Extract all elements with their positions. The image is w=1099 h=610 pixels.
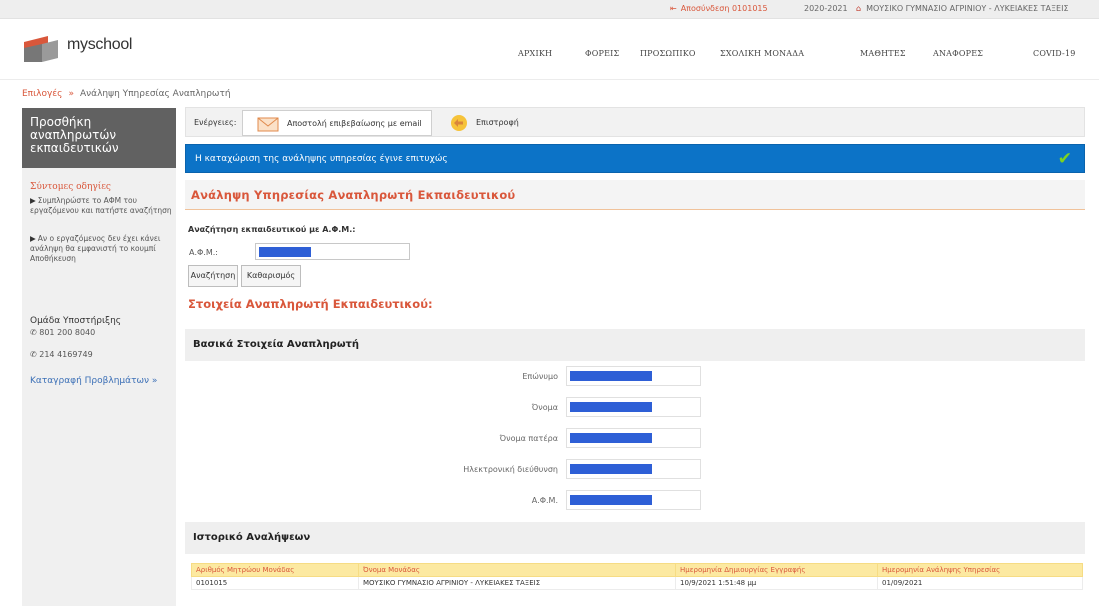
table-cell: 0101015 xyxy=(191,576,359,590)
form-title: Ανάληψη Υπηρεσίας Αναπληρωτή Εκπαιδευτικ… xyxy=(191,188,516,202)
home-icon: ⌂ xyxy=(856,4,862,13)
afm-input[interactable] xyxy=(255,243,410,260)
phone-number: 214 4169749 xyxy=(39,350,93,359)
phone-number: 801 200 8040 xyxy=(39,328,96,337)
email-label: Ηλεκτρονική διεύθυνση xyxy=(463,465,558,474)
afm-label: Α.Φ.Μ.: xyxy=(189,248,218,257)
return-arrow-icon xyxy=(451,115,467,131)
hint-item: ▶ Αν ο εργαζόμενος δεν έχει κάνει ανάληψη… xyxy=(30,234,175,264)
hint-text: Συμπληρώστε το ΑΦΜ του εργαζόμενου και π… xyxy=(30,196,172,215)
search-button[interactable]: Αναζήτηση xyxy=(188,265,238,287)
logout-icon: ⇤ xyxy=(670,4,677,13)
phone-icon: ✆ xyxy=(30,350,40,359)
logout-link[interactable]: ⇤ Αποσύνδεση 0101015 xyxy=(670,4,768,13)
hint-item: ▶ Συμπληρώστε το ΑΦΜ του εργαζόμενου και … xyxy=(30,196,175,216)
actions-bar: Ενέργειες: Αποστολή επιβεβαίωσης με emai… xyxy=(185,107,1085,137)
hints-title: Σύντομες οδηγίες xyxy=(30,182,111,192)
logout-label: Αποσύνδεση 0101015 xyxy=(680,4,768,13)
phone-icon: ✆ xyxy=(30,328,40,337)
redacted-value xyxy=(570,495,652,505)
clear-button[interactable]: Καθαρισμός xyxy=(241,265,301,287)
left-sidebar: Προσθήκη αναπληρωτών εκπαιδευτικών Σύντο… xyxy=(22,108,176,606)
nav-school-unit[interactable]: ΣΧΟΛΙΚΗ ΜΟΝΑΔΑ xyxy=(720,49,804,58)
checkmark-icon: ✔ xyxy=(1057,149,1072,169)
envelope-icon xyxy=(257,117,279,132)
nav-foreis[interactable]: ΦΟΡΕΙΣ xyxy=(585,49,619,58)
table-cell: ΜΟΥΣΙΚΟ ΓΥΜΝΑΣΙΟ ΑΓΡΙΝΙΟΥ - ΛΥΚΕΙΑΚΕΣ ΤΑ… xyxy=(358,576,676,590)
breadcrumb-options-link[interactable]: Επιλογές xyxy=(22,89,62,99)
redacted-value xyxy=(570,371,652,381)
breadcrumb: Επιλογές » Ανάληψη Υπηρεσίας Αναπληρωτή xyxy=(22,89,231,99)
father-name-label: Όνομα πατέρα xyxy=(499,434,558,443)
arrow-right-icon: ▶ xyxy=(30,196,36,205)
redacted-value xyxy=(259,247,311,257)
basic-info-title: Βασικά Στοιχεία Αναπληρωτή xyxy=(193,339,360,350)
school-year: 2020-2021 xyxy=(804,4,848,13)
history-table: Αριθμός Μητρώου Μονάδας Όνομα Μονάδας Ημ… xyxy=(191,563,1083,590)
hint-text: Αν ο εργαζόμενος δεν έχει κάνει ανάληψη … xyxy=(30,234,161,263)
redacted-value xyxy=(570,464,652,474)
support-phone: ✆ 801 200 8040 xyxy=(30,328,95,337)
surname-value xyxy=(566,366,701,386)
nav-staff[interactable]: ΠΡΟΣΩΠΙΚΟ xyxy=(640,49,696,58)
column-header: Αριθμός Μητρώου Μονάδας xyxy=(191,563,359,577)
teacher-details-heading: Στοιχεία Αναπληρωτή Εκπαιδευτικού: xyxy=(188,297,433,311)
nav-reports[interactable]: ΑΝΑΦΟΡΕΣ xyxy=(933,49,983,58)
sidebar-title: Προσθήκη αναπληρωτών εκπαιδευτικών xyxy=(22,108,176,168)
table-cell: 10/9/2021 1:51:48 μμ xyxy=(675,576,878,590)
myschool-logo[interactable]: myschool xyxy=(22,34,152,64)
redacted-value xyxy=(570,433,652,443)
nav-students[interactable]: ΜΑΘΗΤΕΣ xyxy=(860,49,906,58)
name-label: Όνομα xyxy=(531,403,558,412)
breadcrumb-current: Ανάληψη Υπηρεσίας Αναπληρωτή xyxy=(79,89,231,99)
back-label: Επιστροφή xyxy=(476,118,519,127)
success-alert: Η καταχώριση της ανάληψης υπηρεσίας έγιν… xyxy=(185,144,1085,173)
success-message: Η καταχώριση της ανάληψης υπηρεσίας έγιν… xyxy=(195,154,448,164)
father-name-value xyxy=(566,428,701,448)
basic-info-bar: Βασικά Στοιχεία Αναπληρωτή xyxy=(185,329,1085,361)
actions-label: Ενέργειες: xyxy=(194,118,237,127)
table-header-row: Αριθμός Μητρώου Μονάδας Όνομα Μονάδας Ημ… xyxy=(191,563,1083,577)
search-heading: Αναζήτηση εκπαιδευτικού με Α.Φ.Μ.: xyxy=(188,225,356,234)
column-header: Ημερομηνία Δημιουργίας Εγγραφής xyxy=(675,563,878,577)
arrow-right-icon: ▶ xyxy=(30,234,36,243)
table-cell: 01/09/2021 xyxy=(877,576,1083,590)
report-problems-link[interactable]: Καταγραφή Προβλημάτων » xyxy=(30,376,157,386)
form-title-bar: Ανάληψη Υπηρεσίας Αναπληρωτή Εκπαιδευτικ… xyxy=(185,180,1085,210)
column-header: Όνομα Μονάδας xyxy=(358,563,676,577)
top-bar: ⇤ Αποσύνδεση 0101015 2020-2021 ⌂ ΜΟΥΣΙΚΟ Γ… xyxy=(0,0,1099,19)
history-bar: Ιστορικό Αναλήψεων xyxy=(185,522,1085,554)
name-value xyxy=(566,397,701,417)
table-row: 0101015 ΜΟΥΣΙΚΟ ΓΥΜΝΑΣΙΟ ΑΓΡΙΝΙΟΥ - ΛΥΚΕ… xyxy=(191,576,1083,590)
support-phone: ✆ 214 4169749 xyxy=(30,350,93,359)
afm-field-label: Α.Φ.Μ. xyxy=(531,496,558,505)
email-value xyxy=(566,459,701,479)
logo-icon xyxy=(24,36,58,62)
column-header: Ημερομηνία Ανάληψης Υπηρεσίας xyxy=(877,563,1083,577)
nav-home[interactable]: ΑΡΧΙΚΗ xyxy=(518,49,552,58)
send-email-confirmation-button[interactable]: Αποστολή επιβεβαίωσης με email xyxy=(242,110,432,136)
support-title: Ομάδα Υποστήριξης xyxy=(30,316,122,326)
back-button[interactable]: Επιστροφή xyxy=(446,110,526,136)
logo-text: myschool xyxy=(67,36,133,53)
breadcrumb-separator: » xyxy=(68,89,74,99)
afm-value xyxy=(566,490,701,510)
nav-covid[interactable]: COVID-19 xyxy=(1033,49,1076,58)
redacted-value xyxy=(570,402,652,412)
history-title: Ιστορικό Αναλήψεων xyxy=(193,532,311,543)
site-header: myschool ΑΡΧΙΚΗ ΦΟΡΕΙΣ ΠΡΟΣΩΠΙΚΟ ΣΧΟΛΙΚΗ… xyxy=(0,20,1099,80)
send-email-label: Αποστολή επιβεβαίωσης με email xyxy=(287,119,422,128)
school-link[interactable]: ⌂ ΜΟΥΣΙΚΟ ΓΥΜΝΑΣΙΟ ΑΓΡΙΝΙΟΥ - ΛΥΚΕΙΑΚΕΣ Τ… xyxy=(856,4,1069,13)
surname-label: Επώνυμο xyxy=(522,372,558,381)
school-name: ΜΟΥΣΙΚΟ ΓΥΜΝΑΣΙΟ ΑΓΡΙΝΙΟΥ - ΛΥΚΕΙΑΚΕΣ ΤΑ… xyxy=(866,4,1069,13)
